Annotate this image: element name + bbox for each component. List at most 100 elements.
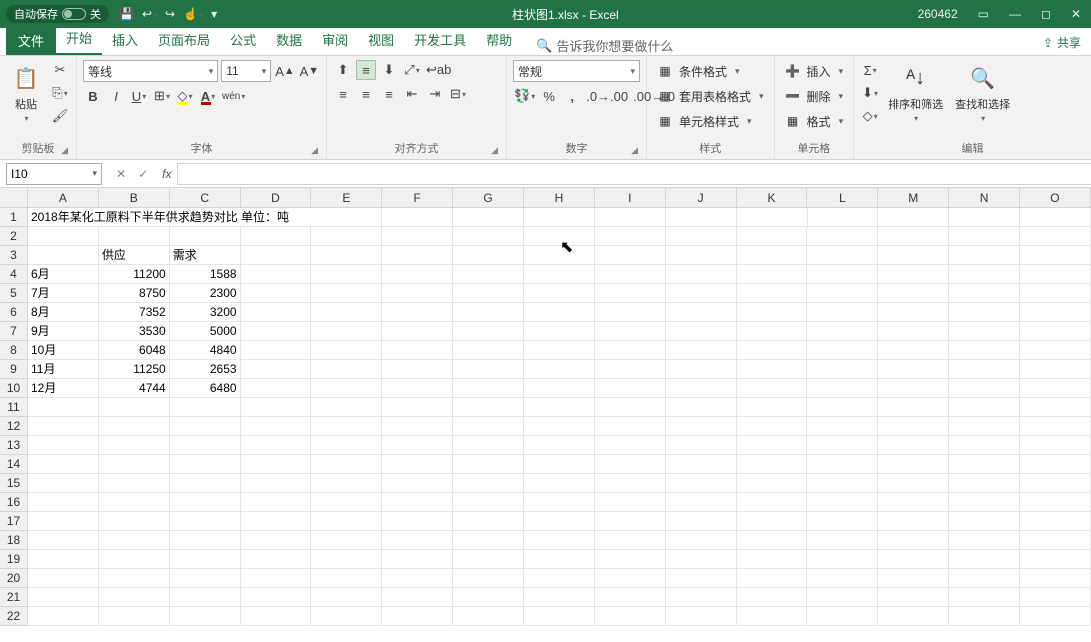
cell[interactable] (807, 569, 878, 588)
cell[interactable] (666, 588, 737, 607)
accounting-format-icon[interactable]: 💱▾ (513, 86, 536, 106)
format-as-table-button[interactable]: ▦套用表格格式▾ (653, 85, 768, 107)
cell[interactable] (524, 227, 595, 246)
cell[interactable] (382, 322, 453, 341)
cell[interactable] (737, 246, 808, 265)
cell[interactable] (595, 436, 666, 455)
cell[interactable] (99, 227, 170, 246)
cell[interactable] (524, 284, 595, 303)
cell[interactable] (382, 493, 453, 512)
comma-icon[interactable]: , (562, 86, 582, 106)
cell[interactable] (241, 265, 312, 284)
cell[interactable] (1020, 569, 1091, 588)
fill-icon[interactable]: ⬇▾ (860, 83, 880, 103)
cell[interactable] (666, 436, 737, 455)
cell[interactable] (949, 436, 1020, 455)
cell[interactable] (241, 588, 312, 607)
cell[interactable] (949, 474, 1020, 493)
cell[interactable] (666, 227, 737, 246)
cell[interactable] (28, 474, 99, 493)
cell[interactable] (382, 417, 453, 436)
row-header-1[interactable]: 1 (0, 208, 27, 227)
cell[interactable]: 11200 (99, 265, 170, 284)
cell[interactable] (949, 417, 1020, 436)
cell[interactable] (878, 322, 949, 341)
cell[interactable] (382, 550, 453, 569)
cell[interactable] (807, 341, 878, 360)
cell[interactable] (807, 607, 878, 626)
cell[interactable] (453, 493, 524, 512)
row-header-4[interactable]: 4 (0, 265, 27, 284)
wrap-text-icon[interactable]: ↩ab (425, 60, 452, 80)
cell[interactable] (524, 379, 595, 398)
col-header-G[interactable]: G (453, 188, 524, 207)
cell[interactable] (595, 322, 666, 341)
cell[interactable] (595, 227, 666, 246)
cell[interactable] (99, 474, 170, 493)
cell[interactable] (241, 607, 312, 626)
cell[interactable] (949, 322, 1020, 341)
cell[interactable] (1020, 436, 1091, 455)
col-header-O[interactable]: O (1020, 188, 1091, 207)
delete-cells-button[interactable]: ➖删除▾ (781, 85, 848, 107)
cell[interactable] (737, 417, 808, 436)
cell[interactable] (595, 341, 666, 360)
cell[interactable] (1020, 284, 1091, 303)
cell[interactable] (311, 436, 382, 455)
cell[interactable] (878, 379, 949, 398)
cell[interactable] (807, 550, 878, 569)
cell[interactable] (807, 379, 878, 398)
close-icon[interactable]: ✕ (1067, 7, 1085, 21)
cell[interactable] (949, 284, 1020, 303)
dialog-launcher-icon[interactable]: ◢ (631, 145, 638, 156)
orientation-icon[interactable]: ⤢▾ (402, 60, 422, 80)
cell[interactable] (311, 322, 382, 341)
ribbon-display-icon[interactable]: ▭ (974, 7, 993, 21)
cell[interactable] (99, 531, 170, 550)
col-header-M[interactable]: M (878, 188, 949, 207)
autosave-toggle[interactable]: 自动保存 关 (6, 5, 109, 23)
cell[interactable] (949, 607, 1020, 626)
cell[interactable] (241, 360, 312, 379)
cell[interactable] (1020, 493, 1091, 512)
cell[interactable] (949, 512, 1020, 531)
cell[interactable] (666, 303, 737, 322)
redo-icon[interactable]: ↪ (165, 7, 175, 21)
cell[interactable] (241, 550, 312, 569)
cell[interactable] (241, 531, 312, 550)
cell[interactable] (170, 474, 241, 493)
cell[interactable] (524, 246, 595, 265)
cell[interactable] (949, 588, 1020, 607)
cell[interactable] (28, 569, 99, 588)
cell[interactable] (807, 588, 878, 607)
cell[interactable] (878, 303, 949, 322)
cell[interactable] (241, 246, 312, 265)
cell[interactable] (666, 265, 737, 284)
cell[interactable] (949, 208, 1020, 227)
cell[interactable] (1020, 360, 1091, 379)
cell[interactable] (595, 569, 666, 588)
sort-filter-button[interactable]: ᴬ↓ 排序和筛选▾ (884, 60, 947, 125)
row-header-14[interactable]: 14 (0, 455, 27, 474)
cell[interactable] (737, 360, 808, 379)
cell[interactable] (170, 493, 241, 512)
cell[interactable] (453, 455, 524, 474)
cell[interactable] (1020, 512, 1091, 531)
cell[interactable] (241, 341, 312, 360)
cell[interactable] (453, 379, 524, 398)
cell[interactable] (453, 322, 524, 341)
cell[interactable] (524, 455, 595, 474)
cell[interactable] (949, 303, 1020, 322)
cell[interactable]: 3200 (170, 303, 241, 322)
font-name-combo[interactable]: 等线▾ (83, 60, 218, 82)
row-header-12[interactable]: 12 (0, 417, 27, 436)
cell[interactable] (666, 360, 737, 379)
cell[interactable] (878, 398, 949, 417)
decrease-font-icon[interactable]: A▼ (299, 61, 320, 81)
cell[interactable] (241, 436, 312, 455)
cell[interactable] (737, 284, 808, 303)
cell[interactable] (878, 360, 949, 379)
cell[interactable] (737, 322, 808, 341)
cell[interactable] (170, 455, 241, 474)
cell[interactable] (949, 569, 1020, 588)
